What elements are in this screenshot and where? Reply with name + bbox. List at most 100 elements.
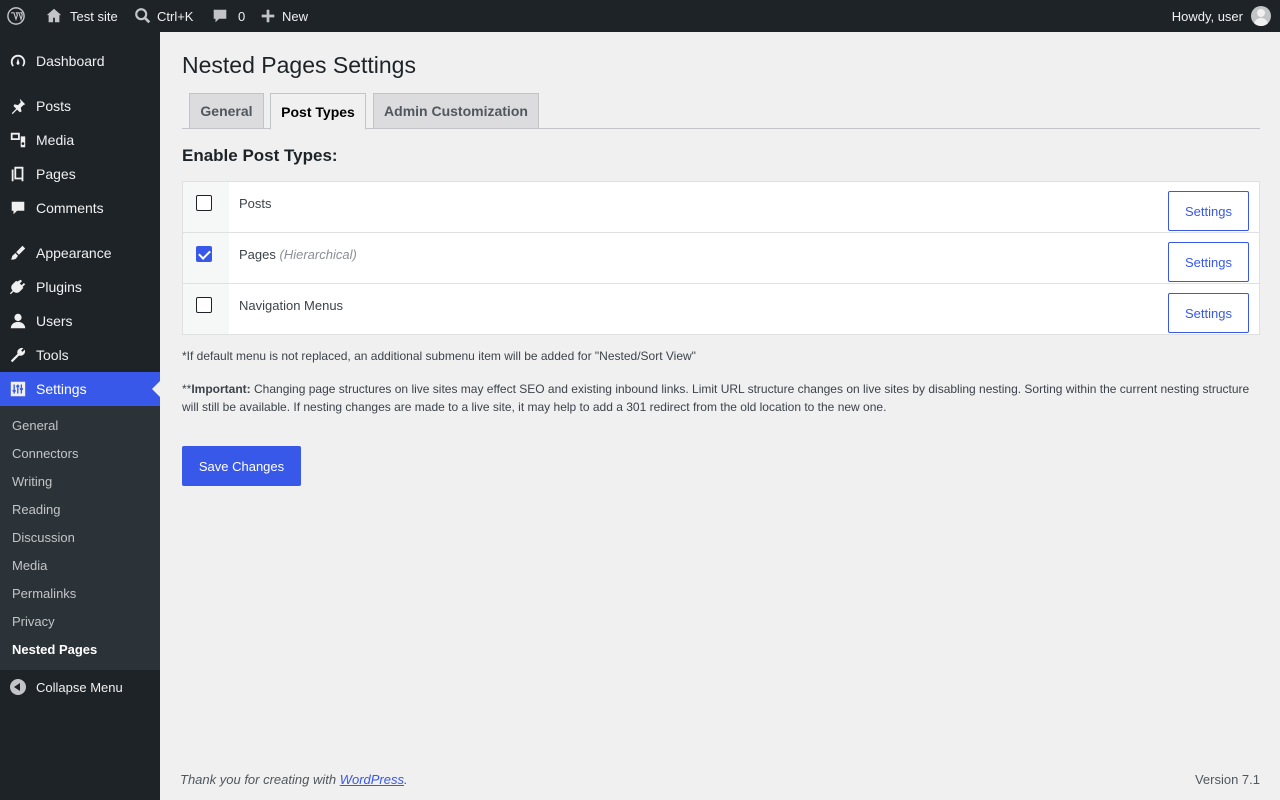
post-type-label: Posts [239,196,272,211]
collapse-menu-button[interactable]: Collapse Menu [0,672,160,702]
post-type-row: Pages (Hierarchical) Settings [183,232,1259,283]
comment-icon [0,199,36,217]
sidebar-item-tools[interactable]: Tools [0,338,160,372]
sidebar-item-label: Appearance [36,245,112,261]
default-menu-note: *If default menu is not replaced, an add… [182,349,696,363]
submenu-item-general[interactable]: General [12,418,58,433]
new-content-button[interactable]: New [258,0,308,32]
pages-enable-checkbox[interactable] [196,246,212,262]
wrench-icon [0,346,36,364]
page-title: Nested Pages Settings [182,52,416,78]
main-content: Nested Pages Settings General Post Types… [160,32,1280,800]
sidebar-item-media[interactable]: Media [0,123,160,157]
checkbox-cell [183,182,229,232]
post-type-name: Posts [239,196,272,211]
avatar [1251,6,1271,26]
collapse-arrow-icon [0,679,36,695]
comments-link[interactable]: 0 [210,0,245,32]
footer-thanks-prefix: Thank you for creating with [180,772,340,787]
posts-settings-button[interactable]: Settings [1168,191,1249,231]
post-type-label: Navigation Menus [239,298,343,313]
admin-sidebar: Dashboard Posts Media Pages Comments App… [0,32,160,800]
settings-tabs: General Post Types Admin Customization [182,92,1260,130]
user-icon [0,312,36,330]
sidebar-item-label: Plugins [36,279,82,295]
post-type-qualifier: (Hierarchical) [279,247,357,262]
sidebar-item-label: Media [36,132,75,148]
checkbox-cell [183,233,229,283]
sidebar-item-label: Dashboard [36,53,105,69]
sidebar-item-label: Pages [36,166,76,182]
sidebar-item-label: Posts [36,98,72,114]
submenu-item-privacy[interactable]: Privacy [12,614,55,629]
navigation-menus-enable-checkbox[interactable] [196,297,212,313]
post-type-label: Pages (Hierarchical) [239,247,357,262]
sliders-icon [0,380,36,398]
submenu-item-writing[interactable]: Writing [12,474,52,489]
footer-thanks-suffix: . [404,772,408,787]
sidebar-item-posts[interactable]: Posts [0,89,160,123]
dashboard-icon [0,52,36,70]
sidebar-item-label: Users [36,313,73,329]
settings-submenu: General Connectors Writing Reading Discu… [0,406,160,670]
footer-thanks: Thank you for creating with WordPress. [180,772,408,787]
sidebar-item-label: Comments [36,200,104,216]
save-changes-button[interactable]: Save Changes [182,446,301,486]
home-icon [44,6,64,26]
command-palette-button[interactable]: Ctrl+K [133,0,193,32]
brush-icon [0,244,36,262]
tab-admin-customization[interactable]: Admin Customization [373,93,539,129]
navigation-menus-settings-button[interactable]: Settings [1168,293,1249,333]
admin-bar: Test site Ctrl+K 0 New Howdy, user [0,0,1280,32]
tab-general[interactable]: General [189,93,264,129]
media-icon [0,131,36,149]
pages-icon [0,165,36,183]
submenu-item-reading[interactable]: Reading [12,502,60,517]
submenu-item-permalinks[interactable]: Permalinks [12,586,76,601]
post-type-row: Posts Settings [183,182,1259,232]
wordpress-logo-button[interactable] [6,0,26,32]
sidebar-item-label: Settings [36,381,87,397]
important-label: Important: [191,382,251,396]
sidebar-item-comments[interactable]: Comments [0,191,160,225]
sidebar-item-pages[interactable]: Pages [0,157,160,191]
post-type-row: Navigation Menus Settings [183,283,1259,334]
posts-enable-checkbox[interactable] [196,195,212,211]
sidebar-item-settings[interactable]: Settings [0,372,160,406]
post-type-name: Pages [239,247,276,262]
post-types-table: Posts Settings Pages (Hierarchical) Sett… [182,181,1260,335]
section-title: Enable Post Types: [182,146,338,165]
sidebar-item-label: Tools [36,347,69,363]
plug-icon [0,278,36,296]
submenu-item-nested-pages[interactable]: Nested Pages [12,642,97,657]
submenu-item-discussion[interactable]: Discussion [12,530,75,545]
wordpress-link[interactable]: WordPress [340,772,404,787]
footer-version: Version 7.1 [1194,772,1260,787]
new-label: New [282,8,309,24]
search-shortcut-label: Ctrl+K [157,8,194,24]
sidebar-item-plugins[interactable]: Plugins [0,270,160,304]
important-text: Changing page structures on live sites m… [182,382,1250,414]
submenu-item-connectors[interactable]: Connectors [12,446,78,461]
sidebar-item-users[interactable]: Users [0,304,160,338]
plus-icon [258,6,278,26]
comment-icon [210,6,230,26]
site-name-label: Test site [70,8,118,24]
wordpress-logo-icon [6,6,26,26]
sidebar-item-appearance[interactable]: Appearance [0,236,160,270]
tab-post-types[interactable]: Post Types [270,93,366,130]
post-type-name: Navigation Menus [239,298,344,313]
checkbox-cell [183,284,229,334]
my-account-menu[interactable]: Howdy, user [1172,0,1271,32]
pages-settings-button[interactable]: Settings [1168,242,1249,282]
important-prefix: ** [182,382,192,396]
comments-count: 0 [238,8,246,24]
howdy-label: Howdy, user [1171,8,1243,24]
important-note: **Important: Changing page structures on… [182,380,1260,416]
collapse-menu-label: Collapse Menu [36,679,123,695]
submenu-item-media[interactable]: Media [12,558,47,573]
pin-icon [0,97,36,115]
site-name-link[interactable]: Test site [44,0,118,32]
search-icon [133,6,153,26]
sidebar-item-dashboard[interactable]: Dashboard [0,44,160,78]
